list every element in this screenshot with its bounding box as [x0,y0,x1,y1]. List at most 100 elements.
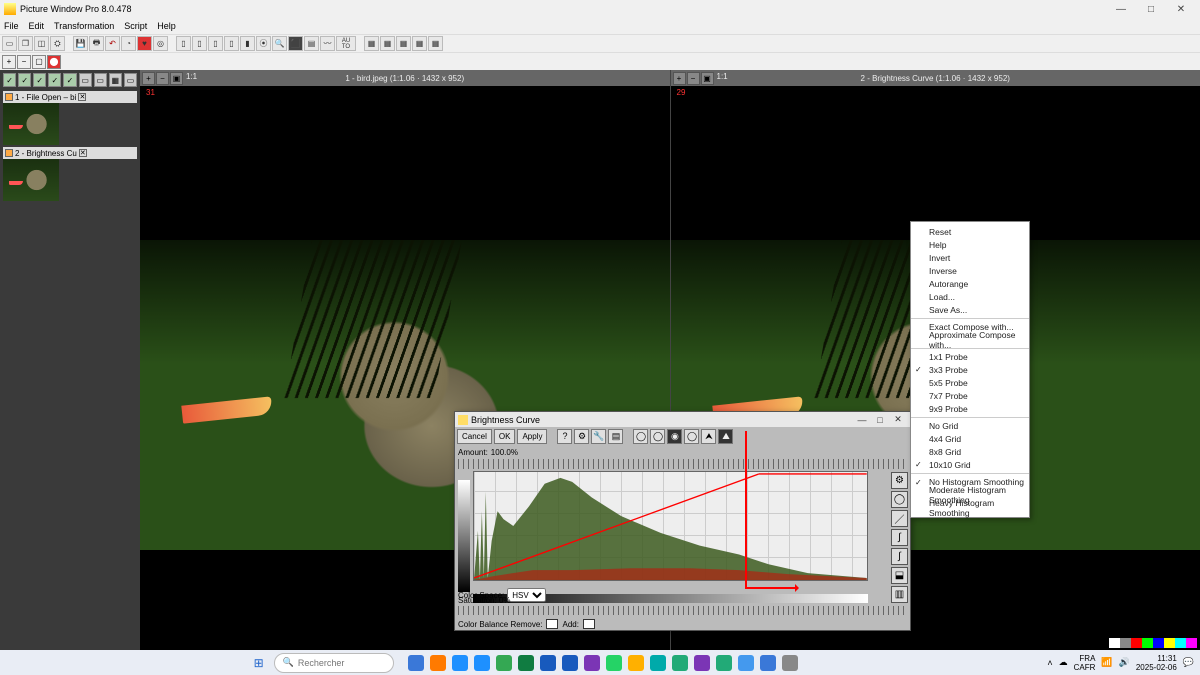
palette-swatch-4[interactable] [1142,638,1153,648]
menu-script[interactable]: Script [124,21,147,31]
taskbar-search[interactable]: 🔍 [274,653,394,673]
tool-heart-icon[interactable]: ♥ [137,36,152,51]
zoom-in-icon[interactable]: + [2,55,16,69]
tray-chevron-icon[interactable]: ˄ [1047,658,1052,668]
pane-zoomout-icon[interactable]: − [687,72,700,85]
menu-item-save-as-[interactable]: Save As... [911,303,1029,316]
brightness-curve-dialog[interactable]: Brightness Curve — □ ✕ Cancel OK Apply ?… [454,411,911,631]
tool-settings-icon[interactable]: ⛭ [50,36,65,51]
palette-swatch-8[interactable] [1186,638,1197,648]
tool-col2-icon[interactable]: ▯ [192,36,207,51]
menu-item-approximate-compose-with-[interactable]: Approximate Compose with... [911,333,1029,346]
histogram-curve-area[interactable] [473,471,868,581]
tool-target-icon[interactable]: ◎ [153,36,168,51]
menu-item-invert[interactable]: Invert [911,251,1029,264]
tool-col4-icon[interactable]: ▯ [224,36,239,51]
taskbar-app-2[interactable] [452,655,468,671]
saturation-slider[interactable] [458,606,907,615]
start-button[interactable]: ⊞ [250,654,268,672]
amount-slider[interactable] [458,459,907,469]
menu-item-heavy-histogram-smoothing[interactable]: Heavy Histogram Smoothing [911,501,1029,514]
palette-swatch-1[interactable] [1109,638,1120,648]
window-close-button[interactable]: ✕ [1166,4,1196,15]
palette-swatch-7[interactable] [1175,638,1186,648]
taskbar-app-17[interactable] [782,655,798,671]
dlg-up-icon[interactable]: ⮝ [701,429,716,444]
tool-save-icon[interactable]: 💾 [73,36,88,51]
tool-col5-icon[interactable]: ▮ [240,36,255,51]
taskbar-app-15[interactable] [738,655,754,671]
tool-grid1-icon[interactable]: ▦ [364,36,379,51]
menu-item-4x4-grid[interactable]: 4x4 Grid [911,432,1029,445]
taskbar-app-16[interactable] [760,655,776,671]
fit-icon[interactable]: ▢ [32,55,46,69]
sidetool-curve2-icon[interactable]: ∫ [891,548,908,565]
sidetool-probe-icon[interactable]: ◯ [891,491,908,508]
menu-file[interactable]: File [4,21,19,31]
dlg-circle3-icon[interactable]: ◉ [667,429,682,444]
taskbar-app-9[interactable] [606,655,622,671]
taskbar-app-4[interactable] [496,655,512,671]
pane-zoomout-icon[interactable]: − [156,72,169,85]
tool-curve-icon[interactable]: 〰 [320,36,335,51]
sidetool-step-icon[interactable]: ⬓ [891,567,908,584]
thumb-entry-1[interactable]: 1 - File Open – bi ✕ [3,91,137,145]
menu-item-3x3-probe[interactable]: ✓3x3 Probe [911,363,1029,376]
dlg-gear-icon[interactable]: ⚙ [574,429,589,444]
palette-swatch-3[interactable] [1131,638,1142,648]
tool-grid2-icon[interactable]: ▦ [380,36,395,51]
dlg-circle4-icon[interactable]: ◯ [684,429,699,444]
menu-help[interactable]: Help [157,21,176,31]
taskbar-app-5[interactable] [518,655,534,671]
pane-zoomin-icon[interactable]: + [142,72,155,85]
tool-zoom-icon[interactable]: 🔍 [272,36,287,51]
menu-edit[interactable]: Edit [29,21,45,31]
sidebar-toggle-4[interactable]: ✓ [48,73,61,87]
tray-cloud-icon[interactable]: ☁ [1059,657,1068,668]
window-min-button[interactable]: — [1106,4,1136,15]
menu-item-no-grid[interactable]: No Grid [911,417,1029,432]
system-tray[interactable]: ˄ ☁ FRACAFR 📶 🔊 11:312025-02-06 💬 [1047,654,1194,672]
menu-item-8x8-grid[interactable]: 8x8 Grid [911,445,1029,458]
sidebar-toggle-9[interactable]: ▭ [124,73,137,87]
dialog-close-button[interactable]: ✕ [889,414,907,425]
taskbar-app-13[interactable] [694,655,710,671]
dlg-layers-icon[interactable]: ▤ [608,429,623,444]
menu-item-load-[interactable]: Load... [911,290,1029,303]
menu-transformation[interactable]: Transformation [54,21,114,31]
tool-print-icon[interactable]: 🖶 [89,36,104,51]
sidebar-toggle-3[interactable]: ✓ [33,73,46,87]
taskbar-app-12[interactable] [672,655,688,671]
ok-button[interactable]: OK [494,429,516,444]
cbr-remove-swatch[interactable] [546,619,558,629]
sidebar-toggle-6[interactable]: ▭ [79,73,92,87]
dialog-min-button[interactable]: — [853,415,871,425]
tool-undo-icon[interactable]: ↶ [105,36,120,51]
tool-levels-icon[interactable]: ⬛ [288,36,303,51]
sidebar-toggle-7[interactable]: ▭ [94,73,107,87]
taskbar-app-11[interactable] [650,655,666,671]
tray-wifi-icon[interactable]: 📶 [1101,657,1112,668]
menu-item-9x9-probe[interactable]: 9x9 Probe [911,402,1029,415]
dlg-circle1-icon[interactable]: ◯ [633,429,648,444]
sidetool-gear-icon[interactable]: ⚙ [891,472,908,489]
sidetool-line-icon[interactable]: ／ [891,510,908,527]
tool-histogram-icon[interactable]: ▤ [304,36,319,51]
tool-new-icon[interactable]: ▭ [2,36,17,51]
palette-swatch-0[interactable] [1098,638,1109,648]
taskbar-app-14[interactable] [716,655,732,671]
apply-button[interactable]: Apply [517,429,547,444]
taskbar-app-1[interactable] [430,655,446,671]
dialog-titlebar[interactable]: Brightness Curve — □ ✕ [455,412,910,427]
tray-time[interactable]: 11:31 [1157,654,1176,663]
dlg-circle2-icon[interactable]: ◯ [650,429,665,444]
sidebar-toggle-1[interactable]: ✓ [3,73,16,87]
tray-notification-icon[interactable]: 💬 [1183,657,1194,668]
sidebar-toggle-5[interactable]: ✓ [63,73,76,87]
taskbar-app-7[interactable] [562,655,578,671]
tool-grid3-icon[interactable]: ▦ [396,36,411,51]
pane-zoomin-icon[interactable]: + [673,72,686,85]
taskbar-app-6[interactable] [540,655,556,671]
tool-time-icon[interactable]: ◔ [121,36,136,51]
dlg-help-icon[interactable]: ? [557,429,572,444]
